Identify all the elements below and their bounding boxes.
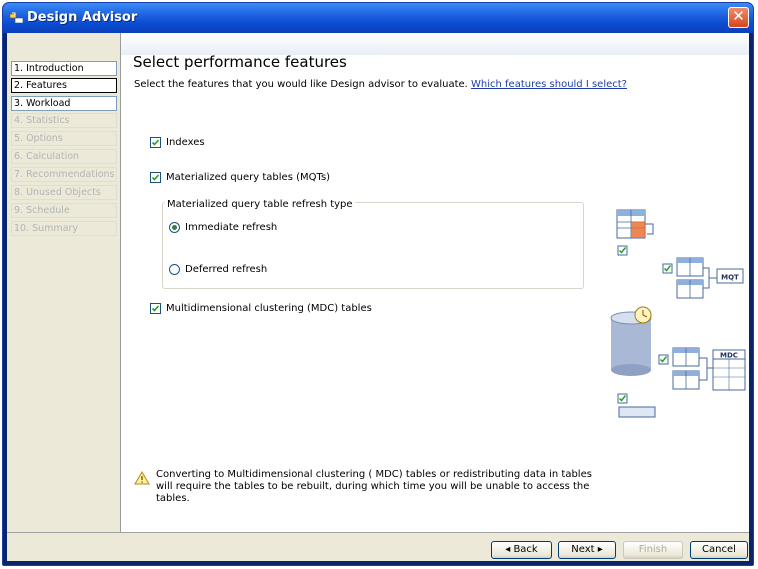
next-button[interactable]: Next ▸	[558, 541, 616, 559]
immediate-refresh-label: Immediate refresh	[185, 222, 278, 233]
nav-item-workload[interactable]: 3. Workload	[11, 96, 117, 111]
subtitle-text: Select the features that you would like …	[134, 79, 468, 90]
back-button[interactable]: ◂ Back	[491, 541, 552, 559]
mdc-option[interactable]: Multidimensional clustering (MDC) tables	[150, 303, 372, 314]
database-icon	[610, 306, 652, 376]
app-icon	[10, 12, 24, 24]
nav-item-introduction[interactable]: 1. Introduction	[11, 61, 117, 76]
window-title: Design Advisor	[27, 10, 138, 25]
immediate-refresh-option[interactable]: Immediate refresh	[169, 222, 277, 233]
nav-item-summary: 10. Summary	[11, 221, 117, 236]
warning-icon	[134, 471, 150, 485]
check-icon	[151, 139, 160, 146]
deferred-refresh-label: Deferred refresh	[185, 264, 268, 275]
nav-item-options: 5. Options	[11, 131, 117, 146]
mdc-tables-icon: MDC	[672, 347, 746, 391]
indexes-option[interactable]: Indexes	[150, 137, 205, 148]
mqt-tables-icon: MQT	[676, 257, 744, 299]
check-icon	[151, 174, 160, 181]
nav-item-unused-objects: 8. Unused Objects	[11, 185, 117, 200]
mdc-tag: MDC	[720, 352, 738, 360]
warning-text: Converting to Multidimensional clusterin…	[156, 469, 592, 504]
mqt-option[interactable]: Materialized query tables (MQTs)	[150, 172, 330, 183]
close-icon: ✕	[732, 7, 745, 25]
page-title: Select performance features	[133, 53, 347, 71]
clustering-icon	[618, 406, 656, 418]
content-area: 1. Introduction 2. Features 3. Workload …	[7, 33, 749, 533]
nav-item-schedule: 9. Schedule	[11, 203, 117, 218]
dialog-client: 1. Introduction 2. Features 3. Workload …	[7, 33, 749, 561]
radio-selected-dot	[172, 225, 177, 230]
main-panel: Select performance features Select the f…	[121, 33, 749, 532]
index-table-icon	[616, 209, 654, 239]
close-button[interactable]: ✕	[728, 7, 749, 28]
deferred-refresh-option[interactable]: Deferred refresh	[169, 264, 267, 275]
help-link[interactable]: Which features should I select?	[471, 79, 627, 90]
deferred-refresh-radio[interactable]	[169, 264, 180, 275]
nav-item-statistics: 4. Statistics	[11, 113, 117, 128]
refresh-type-group	[162, 202, 584, 289]
mqt-label: Materialized query tables (MQTs)	[166, 172, 331, 183]
cancel-button[interactable]: Cancel	[690, 541, 748, 559]
finish-button: Finish	[623, 541, 683, 559]
mdc-checkbox[interactable]	[150, 303, 161, 314]
mqt-checkbox[interactable]	[150, 172, 161, 183]
indexes-label: Indexes	[166, 137, 205, 148]
title-bar: Design Advisor ✕	[3, 3, 753, 33]
button-bar: ◂ Back Next ▸ Finish Cancel	[7, 533, 749, 561]
wizard-nav-pane: 1. Introduction 2. Features 3. Workload …	[7, 33, 121, 532]
refresh-type-legend: Materialized query table refresh type	[165, 199, 355, 210]
check-icon	[151, 305, 160, 312]
indexes-checkbox[interactable]	[150, 137, 161, 148]
nav-item-recommendations: 7. Recommendations	[11, 167, 117, 182]
mqt-tag: MQT	[721, 274, 739, 282]
nav-item-calculation: 6. Calculation	[11, 149, 117, 164]
header-banner	[121, 33, 749, 55]
features-illustration: MQT MDC	[610, 209, 746, 418]
design-advisor-window: Design Advisor ✕ 1. Introduction 2. Feat…	[2, 2, 754, 566]
rebuild-warning: Converting to Multidimensional clusterin…	[134, 469, 606, 505]
nav-item-features[interactable]: 2. Features	[11, 78, 117, 93]
mdc-label: Multidimensional clustering (MDC) tables	[166, 303, 372, 314]
immediate-refresh-radio[interactable]	[169, 222, 180, 233]
page-subtitle: Select the features that you would like …	[134, 79, 627, 90]
